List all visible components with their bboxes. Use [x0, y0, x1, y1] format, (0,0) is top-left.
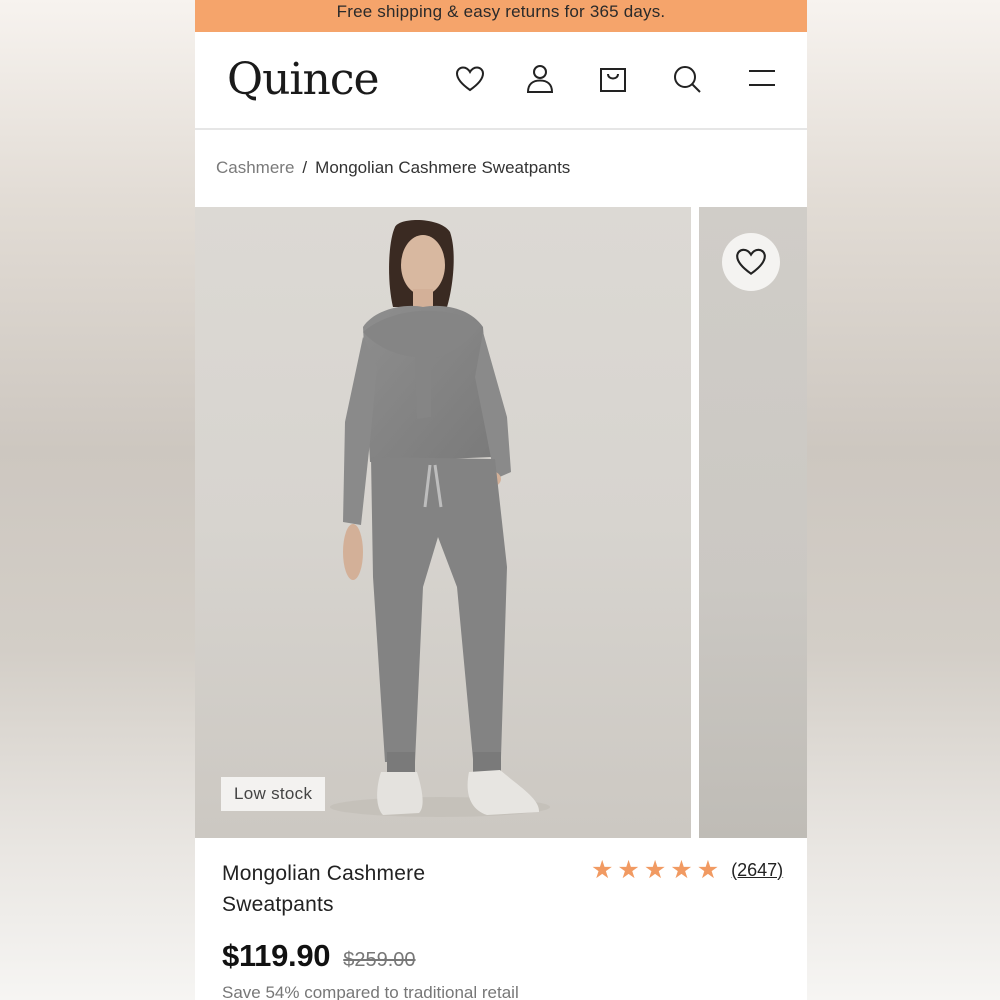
- low-stock-badge: Low stock: [221, 777, 326, 811]
- star-icon: ★: [591, 856, 614, 884]
- promo-banner[interactable]: Free shipping & easy returns for 365 day…: [195, 0, 807, 32]
- review-count-link[interactable]: (2647): [731, 860, 783, 881]
- bag-icon[interactable]: [596, 62, 630, 96]
- original-price: $259.00: [343, 949, 416, 971]
- heart-icon[interactable]: [453, 62, 487, 96]
- heart-icon: [736, 248, 766, 275]
- star-icon: ★: [643, 856, 667, 884]
- breadcrumb-separator: /: [302, 158, 308, 177]
- product-photo[interactable]: Low stock: [195, 207, 691, 838]
- star-icon: ★: [696, 856, 720, 884]
- next-photo-peek[interactable]: [699, 207, 807, 838]
- backdrop-right: [806, 0, 1000, 1000]
- product-gallery[interactable]: Low stock: [195, 207, 807, 838]
- search-icon[interactable]: [670, 62, 704, 96]
- mobile-page: Free shipping & easy returns for 365 day…: [195, 0, 807, 1000]
- menu-icon[interactable]: [745, 62, 779, 96]
- breadcrumb-current: Mongolian Cashmere Sweatpants: [315, 158, 571, 177]
- model-illustration: [330, 220, 550, 817]
- brand-logo[interactable]: Quince: [227, 54, 380, 105]
- current-price: $119.90: [222, 938, 331, 973]
- star-icon: ★: [670, 856, 693, 884]
- product-title: Mongolian Cashmere Sweatpants: [222, 862, 426, 916]
- breadcrumb: Cashmere / Mongolian Cashmere Sweatpants: [216, 158, 570, 178]
- favorite-button[interactable]: [722, 233, 780, 291]
- savings-text: Save 54% compared to traditional retail: [222, 983, 519, 1000]
- site-header: Quince: [195, 32, 807, 130]
- star-icon: ★: [617, 856, 640, 884]
- breadcrumb-link-cashmere[interactable]: Cashmere: [216, 158, 294, 178]
- product-rating[interactable]: ★ ★ ★ ★ ★ (2647): [591, 856, 783, 884]
- price-row: $119.90 $259.00: [222, 938, 416, 974]
- account-icon[interactable]: [523, 62, 557, 96]
- backdrop-left: [0, 0, 195, 1000]
